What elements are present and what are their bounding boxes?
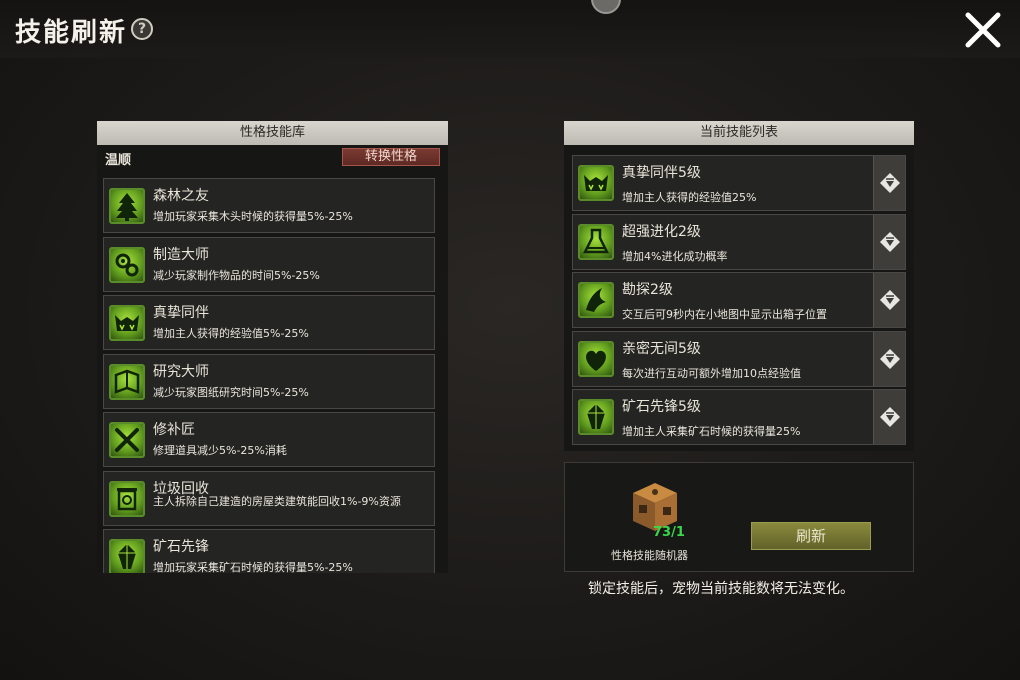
skill-description: 增加4%进化成功概率 <box>622 249 728 263</box>
lock-skill-button[interactable] <box>873 273 905 327</box>
lock-skill-button[interactable] <box>873 331 905 386</box>
lock-diamond-icon <box>880 231 900 252</box>
skill-description: 减少玩家制作物品的时间5%-25% <box>153 268 320 282</box>
skill-description: 主人拆除自己建造的房屋类建筑能回收1%-9%资源 <box>153 494 401 508</box>
lock-diamond-icon <box>880 173 900 193</box>
lock-skill-button[interactable] <box>873 214 905 269</box>
current-skill-card[interactable]: 勘探2级交互后可9秒内在小地图中显示出箱子位置 <box>572 272 906 328</box>
library-header: 性格技能库 <box>97 121 448 145</box>
refresh-button[interactable]: 刷新 <box>751 522 871 550</box>
monster-face-icon <box>578 165 614 201</box>
skill-name: 勘探2级 <box>622 282 673 298</box>
lock-diamond-icon <box>880 290 900 310</box>
gears-icon <box>109 246 145 283</box>
lock-skill-button[interactable] <box>873 156 905 210</box>
skill-description: 每次进行互动可额外增加10点经验值 <box>622 366 801 380</box>
help-icon[interactable]: ? <box>131 18 153 40</box>
tree-icon <box>109 188 145 224</box>
lock-skill-button[interactable] <box>873 390 905 444</box>
skill-name: 真挚同伴 <box>153 305 209 321</box>
skill-description: 减少玩家图纸研究时间5%-25% <box>153 385 309 399</box>
skill-description: 增加主人获得的经验值5%-25% <box>153 327 309 340</box>
library-skill-card[interactable]: 真挚同伴增加主人获得的经验值5%-25% <box>103 295 435 350</box>
library-skill-card[interactable]: 垃圾回收 主人拆除自己建造的房屋类建筑能回收1%-9%资源 <box>103 470 435 526</box>
skill-name: 修补匠 <box>153 422 195 438</box>
lock-diamond-icon <box>880 407 900 427</box>
current-skill-card[interactable]: 矿石先锋5级增加主人采集矿石时候的获得量25% <box>572 389 906 445</box>
skill-library-panel: 温顺 转换性格 森林之友 增加玩家采集木头时候的获得量5%-25% 制造大师 减少玩家… <box>97 145 448 573</box>
randomizer-label: 性格技能随机器 <box>611 549 688 562</box>
recycle-bin-icon <box>109 480 145 517</box>
skill-name: 制造大师 <box>153 246 209 263</box>
crystal-icon <box>578 399 614 435</box>
skill-description: 交互后可9秒内在小地图中显示出箱子位置 <box>622 308 827 321</box>
skill-description: 增加玩家采集矿石时候的获得量5%-25% <box>153 561 353 573</box>
library-skill-card[interactable]: 森林之友增加玩家采集木头时候的获得量5%-25% <box>103 178 435 233</box>
skill-description: 修理道具减少5%-25%消耗 <box>153 444 287 457</box>
current-header: 当前技能列表 <box>564 121 914 145</box>
flask-icon <box>578 223 614 260</box>
lock-note: 锁定技能后，宠物当前技能数将无法变化。 <box>588 581 854 597</box>
current-skills-panel: 真挚同伴5级 增加主人获得的经验值25% 超强进化2级 增加4%进化成功概率 勘探2级交… <box>564 145 914 451</box>
switch-personality-button[interactable]: 转换性格 <box>342 148 440 166</box>
page-title: 技能刷新 <box>15 18 128 48</box>
skill-name: 森林之友 <box>153 188 209 204</box>
skill-name: 真挚同伴5级 <box>622 165 701 181</box>
close-icon[interactable] <box>963 10 1003 50</box>
skill-name: 矿石先锋5级 <box>622 399 701 415</box>
skill-description: 增加主人获得的经验值25% <box>622 191 757 204</box>
skill-name: 超强进化2级 <box>622 223 701 240</box>
top-bar <box>0 0 1020 58</box>
randomizer-panel: 73/1 性格技能随机器 刷新 <box>564 462 914 572</box>
monster-face-icon <box>109 305 145 341</box>
claw-icon <box>578 282 614 318</box>
skill-name: 研究大师 <box>153 363 209 380</box>
skill-description: 增加主人采集矿石时候的获得量25% <box>622 425 801 438</box>
library-skill-card[interactable]: 制造大师减少玩家制作物品的时间5%-25% <box>103 236 435 292</box>
library-skill-card[interactable]: 研究大师减少玩家图纸研究时间5%-25% <box>103 353 435 409</box>
library-skill-card[interactable]: 矿石先锋增加玩家采集矿石时候的获得量5%-25% <box>103 529 435 573</box>
skill-name: 矿石先锋 <box>153 539 209 555</box>
hearts-icon <box>578 340 614 377</box>
current-skill-card[interactable]: 真挚同伴5级增加主人获得的经验值25% <box>572 155 906 211</box>
crystal-icon <box>109 539 145 573</box>
book-icon <box>109 363 145 400</box>
skill-description: 增加玩家采集木头时候的获得量5%-25% <box>153 210 353 223</box>
skill-name: 亲密无间5级 <box>622 340 701 357</box>
current-skill-card[interactable]: 超强进化2级增加4%进化成功概率 <box>572 213 906 270</box>
current-skill-card[interactable]: 亲密无间5级每次进行互动可额外增加10点经验值 <box>572 330 906 387</box>
tools-icon <box>109 422 145 458</box>
personality-label: 温顺 <box>105 153 132 168</box>
library-skill-card[interactable]: 修补匠修理道具减少5%-25%消耗 <box>103 412 435 467</box>
lock-diamond-icon <box>880 348 900 369</box>
randomizer-count: 73/1 <box>653 525 685 540</box>
